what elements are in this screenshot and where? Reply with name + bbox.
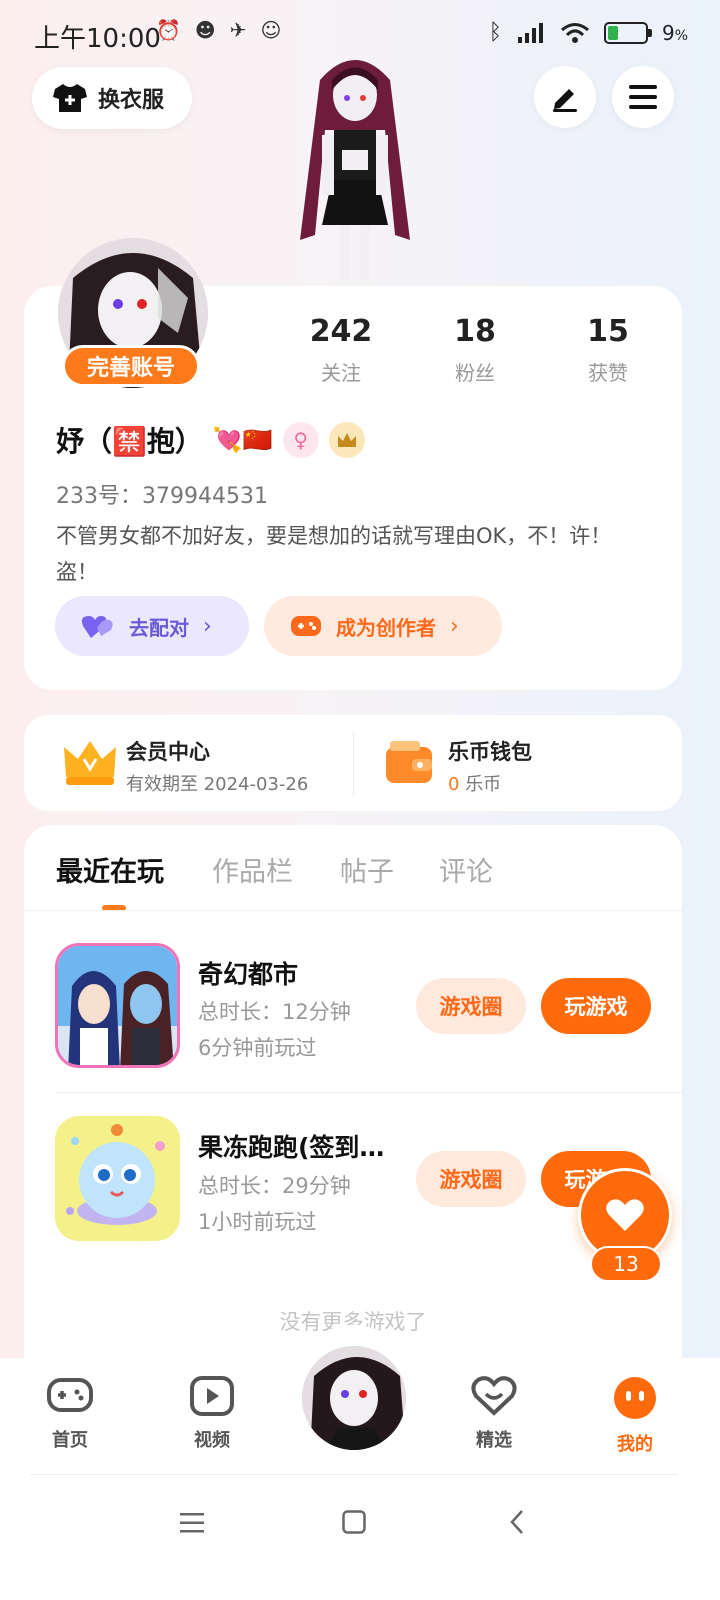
game-duration: 总时长：29分钟 xyxy=(198,1174,351,1198)
battery-level: 9 xyxy=(661,20,675,45)
recent-apps-icon[interactable] xyxy=(179,1512,205,1534)
game-icon[interactable] xyxy=(55,1116,180,1241)
game-last-played: 1小时前玩过 xyxy=(198,1210,317,1234)
nav-mine[interactable]: 我的 xyxy=(595,1376,675,1456)
smile-face-icon xyxy=(614,1377,656,1419)
name-row: 妤（🈲抱） 💘🇨🇳 ♀ xyxy=(56,420,365,460)
stat-likes[interactable]: 15 获赞 xyxy=(548,314,668,386)
wallet-amount: 0 xyxy=(448,774,460,795)
shirt-icon xyxy=(53,84,87,112)
nav-featured[interactable]: 精选 xyxy=(454,1376,534,1452)
stat-label: 粉丝 xyxy=(455,361,495,385)
notification-icon: ✈ xyxy=(229,18,247,42)
game-circle-button[interactable]: 游戏圈 xyxy=(416,1151,526,1207)
wallet-icon xyxy=(386,741,432,783)
match-button[interactable]: 去配对 › xyxy=(55,596,249,656)
wallet-title: 乐币钱包 xyxy=(448,740,532,764)
name-emoji: 💘🇨🇳 xyxy=(212,426,273,454)
nav-avatar[interactable] xyxy=(299,1343,409,1453)
game-title[interactable]: 果冻跑跑(签到… xyxy=(198,1128,384,1164)
status-right: ᛒ 9% xyxy=(488,20,688,45)
game-duration: 总时长：12分钟 xyxy=(198,1000,351,1024)
complete-account-badge[interactable]: 完善账号 xyxy=(62,345,200,387)
game-circle-button[interactable]: 游戏圈 xyxy=(416,978,526,1034)
member-center-title: 会员中心 xyxy=(126,740,210,764)
become-creator-button[interactable]: 成为创作者 › xyxy=(264,596,502,656)
nav-video[interactable]: 视频 xyxy=(172,1376,252,1452)
crown-icon xyxy=(64,741,116,785)
wallet-unit: 乐币 xyxy=(465,774,502,795)
bio: 不管男女都不加好友，要是想加的话就写理由OK，不！许！盗！ xyxy=(56,524,612,584)
nav-label: 精选 xyxy=(476,1430,512,1451)
stat-label: 关注 xyxy=(321,361,361,385)
divider xyxy=(24,910,682,911)
nav-label: 我的 xyxy=(617,1434,653,1455)
tab-recently-played[interactable]: 最近在玩 xyxy=(56,850,164,889)
tab-works[interactable]: 作品栏 xyxy=(212,850,293,889)
match-label: 去配对 xyxy=(129,615,189,640)
game-last-played: 6分钟前玩过 xyxy=(198,1036,317,1060)
status-left-icons: ⏰ ☻ ✈ ☺ xyxy=(156,18,281,42)
hearts-icon xyxy=(81,616,113,638)
nav-label: 首页 xyxy=(52,1430,88,1451)
pencil-icon xyxy=(553,89,577,112)
battery-icon xyxy=(603,21,652,44)
username: 妤（🈲抱） xyxy=(56,425,203,458)
video-play-icon xyxy=(190,1376,234,1416)
play-game-button[interactable]: 玩游戏 xyxy=(541,978,651,1034)
change-outfit-button[interactable]: 换衣服 xyxy=(32,67,192,129)
user-id: 233号：379944531 xyxy=(56,484,268,509)
divider xyxy=(55,1092,682,1093)
outfit-label: 换衣服 xyxy=(98,88,165,113)
divider xyxy=(353,732,354,796)
wifi-icon xyxy=(560,22,589,43)
gamepad-icon xyxy=(47,1378,93,1412)
like-count: 13 xyxy=(590,1246,662,1282)
tab-posts[interactable]: 帖子 xyxy=(340,850,394,889)
member-expiry: 有效期至 2024-03-26 xyxy=(126,774,309,795)
gamepad-icon xyxy=(291,616,321,636)
menu-button[interactable] xyxy=(612,66,674,128)
notification-icon: ☻ xyxy=(194,18,216,42)
home-system-icon[interactable] xyxy=(342,1510,366,1534)
signal-icon xyxy=(517,22,543,43)
wallet-balance: 0 乐币 xyxy=(448,770,501,796)
game-icon[interactable] xyxy=(55,943,180,1068)
heart-smile-icon xyxy=(471,1376,517,1416)
crown-icon[interactable] xyxy=(328,422,365,458)
avatar-character[interactable] xyxy=(270,50,440,290)
bluetooth-icon: ᛒ xyxy=(488,20,502,45)
notification-icon: ☺ xyxy=(260,18,282,42)
nav-home[interactable]: 首页 xyxy=(30,1376,110,1452)
heart-icon xyxy=(606,1199,644,1231)
creator-label: 成为创作者 xyxy=(336,615,436,640)
status-time: 上午10:00 xyxy=(34,24,161,54)
stat-number: 242 xyxy=(309,314,373,349)
edit-button[interactable] xyxy=(534,66,596,128)
stat-number: 15 xyxy=(587,314,629,349)
chevron-right-icon: › xyxy=(450,613,459,639)
stat-label: 获赞 xyxy=(588,361,628,385)
stat-followers[interactable]: 18 粉丝 xyxy=(415,314,535,386)
game-title[interactable]: 奇幻都市 xyxy=(198,955,298,991)
stat-following[interactable]: 242 关注 xyxy=(281,314,401,386)
system-nav-bar xyxy=(0,1475,720,1600)
hamburger-icon xyxy=(629,85,657,109)
chevron-right-icon: › xyxy=(203,613,212,639)
tab-comments[interactable]: 评论 xyxy=(439,850,493,889)
alarm-icon: ⏰ xyxy=(156,18,181,42)
nav-label: 视频 xyxy=(194,1430,230,1451)
stat-number: 18 xyxy=(454,314,496,349)
back-icon[interactable] xyxy=(509,1509,525,1535)
female-icon: ♀ xyxy=(282,422,319,458)
